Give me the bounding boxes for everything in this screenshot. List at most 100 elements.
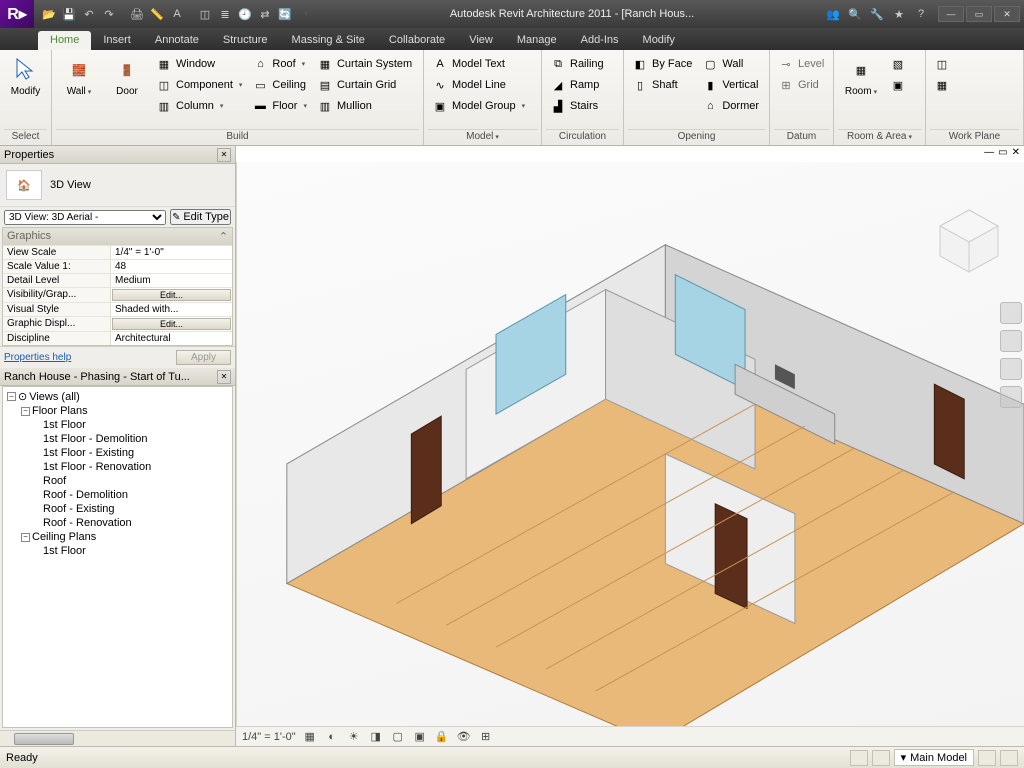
qat-customize-icon[interactable] [296,5,314,23]
tree-item[interactable]: Roof - Demolition [3,488,232,502]
visual-style-icon[interactable]: ◐ [324,729,340,745]
view-minimize-icon[interactable]: — [984,147,994,161]
model-line-button[interactable]: ∿Model Line [428,75,529,95]
prop-value[interactable]: Medium [111,274,232,287]
app-menu-button[interactable]: R▸ [0,0,34,28]
reveal-icon[interactable]: ⊞ [478,729,494,745]
maximize-button[interactable]: ▭ [966,6,992,22]
instance-selector[interactable]: 3D View: 3D Aerial - [4,210,166,225]
view-close-icon[interactable]: ✕ [1012,147,1020,161]
component-button[interactable]: ◫Component [152,75,246,95]
close-icon[interactable]: ✕ [217,370,231,384]
filter-icon[interactable] [978,750,996,766]
grid-button[interactable]: ⊞Grid [774,75,828,95]
purge-icon[interactable]: 🔄 [276,5,294,23]
room-button[interactable]: ▦Room [838,52,884,102]
lock-icon[interactable]: 🔒 [434,729,450,745]
open-icon[interactable]: 📂 [40,5,58,23]
tab-modify[interactable]: Modify [631,31,687,50]
ceiling-button[interactable]: ▭Ceiling [248,75,311,95]
3d-viewport[interactable] [236,162,1024,726]
tab-view[interactable]: View [457,31,505,50]
lookup-icon[interactable]: 🔍 [846,5,864,23]
orbit-icon[interactable] [1000,386,1022,408]
tab-insert[interactable]: Insert [91,31,143,50]
tree-item[interactable]: 1st Floor [3,418,232,432]
properties-help-link[interactable]: Properties help [4,352,71,363]
detail-level-icon[interactable]: ▦ [302,729,318,745]
list-icon[interactable]: ≣ [216,5,234,23]
close-button[interactable]: ✕ [994,6,1020,22]
properties-type-selector[interactable]: 🏠 3D View [0,164,235,206]
dormer-button[interactable]: ⌂Dormer [698,96,763,116]
tab-annotate[interactable]: Annotate [143,31,211,50]
tab-collaborate[interactable]: Collaborate [377,31,457,50]
modify-button[interactable]: Modify [4,52,47,101]
ramp-button[interactable]: ◢Ramp [546,75,608,95]
properties-header[interactable]: Properties ✕ [0,146,235,164]
property-row[interactable]: Visual StyleShaded with... [3,302,232,316]
roof-button[interactable]: ⌂Roof [248,54,311,74]
save-icon[interactable]: 💾 [60,5,78,23]
edit-button[interactable]: Edit... [112,318,231,330]
3d-icon[interactable]: ◫ [196,5,214,23]
wp-set-button[interactable]: ◫ [930,54,954,74]
shaft-button[interactable]: ▯Shaft [628,75,696,95]
help-icon[interactable]: ? [912,5,930,23]
crop-region-icon[interactable]: ▣ [412,729,428,745]
redo-icon[interactable]: ↷ [100,5,118,23]
wrench-icon[interactable]: 🔧 [868,5,886,23]
panel-title[interactable]: Model [428,129,537,145]
tree-item[interactable]: 1st Floor - Existing [3,446,232,460]
room-sep-button[interactable]: ▧ [886,54,910,74]
tree-item[interactable]: Roof - Renovation [3,516,232,530]
curtain-grid-button[interactable]: ▤Curtain Grid [313,75,416,95]
text-icon[interactable]: A [168,5,186,23]
tab-massing[interactable]: Massing & Site [280,31,377,50]
apply-button[interactable]: Apply [176,350,231,365]
edit-type-button[interactable]: ✎ Edit Type [170,209,231,225]
property-row[interactable]: Detail LevelMedium [3,273,232,287]
property-row[interactable]: Scale Value 1:48 [3,259,232,273]
tree-item[interactable]: Roof - Existing [3,502,232,516]
property-row[interactable]: Visibility/Grap...Edit... [3,287,232,302]
property-row[interactable]: Graphic Displ...Edit... [3,316,232,331]
column-button[interactable]: ▥Column [152,96,246,116]
tree-root[interactable]: −⊙ Views (all) [3,389,232,404]
tree-item[interactable]: 1st Floor - Renovation [3,460,232,474]
edits-icon[interactable] [872,750,890,766]
browser-hscroll[interactable] [0,730,235,746]
tab-manage[interactable]: Manage [505,31,569,50]
model-group-button[interactable]: ▣Model Group [428,96,529,116]
view-restore-icon[interactable]: ▭ [998,147,1007,161]
floor-button[interactable]: ▬Floor [248,96,311,116]
mullion-button[interactable]: ▥Mullion [313,96,416,116]
prop-value[interactable]: Edit... [111,288,232,302]
minimize-button[interactable]: — [938,6,964,22]
wall-opening-button[interactable]: ▢Wall [698,54,763,74]
crop-icon[interactable]: ▢ [390,729,406,745]
prop-value[interactable]: Shaded with... [111,303,232,316]
edit-button[interactable]: Edit... [112,289,231,301]
wp-show-button[interactable]: ▦ [930,75,954,95]
design-option-selector[interactable]: ▾ Main Model [894,749,974,766]
prop-value[interactable]: Edit... [111,317,232,331]
curtain-system-button[interactable]: ▦Curtain System [313,54,416,74]
model-text-button[interactable]: AModel Text [428,54,529,74]
wall-button[interactable]: 🧱Wall [56,52,102,102]
print-icon[interactable]: 🖨 [128,5,146,23]
property-row[interactable]: View Scale1/4" = 1'-0" [3,245,232,259]
graphics-section[interactable]: Graphics⌃ [3,228,232,245]
byface-button[interactable]: ◧By Face [628,54,696,74]
room-tag-button[interactable]: ▣ [886,75,910,95]
pan-icon[interactable] [1000,330,1022,352]
tree-ceiling-plans[interactable]: − Ceiling Plans [3,530,232,544]
prop-value[interactable]: Architectural [111,332,232,345]
window-button[interactable]: ▦Window [152,54,246,74]
tab-structure[interactable]: Structure [211,31,280,50]
sync-icon[interactable]: ⇄ [256,5,274,23]
level-button[interactable]: ⊸Level [774,54,828,74]
shadows-icon[interactable]: ◨ [368,729,384,745]
view-cube[interactable] [930,202,1008,280]
tree-item[interactable]: Roof [3,474,232,488]
